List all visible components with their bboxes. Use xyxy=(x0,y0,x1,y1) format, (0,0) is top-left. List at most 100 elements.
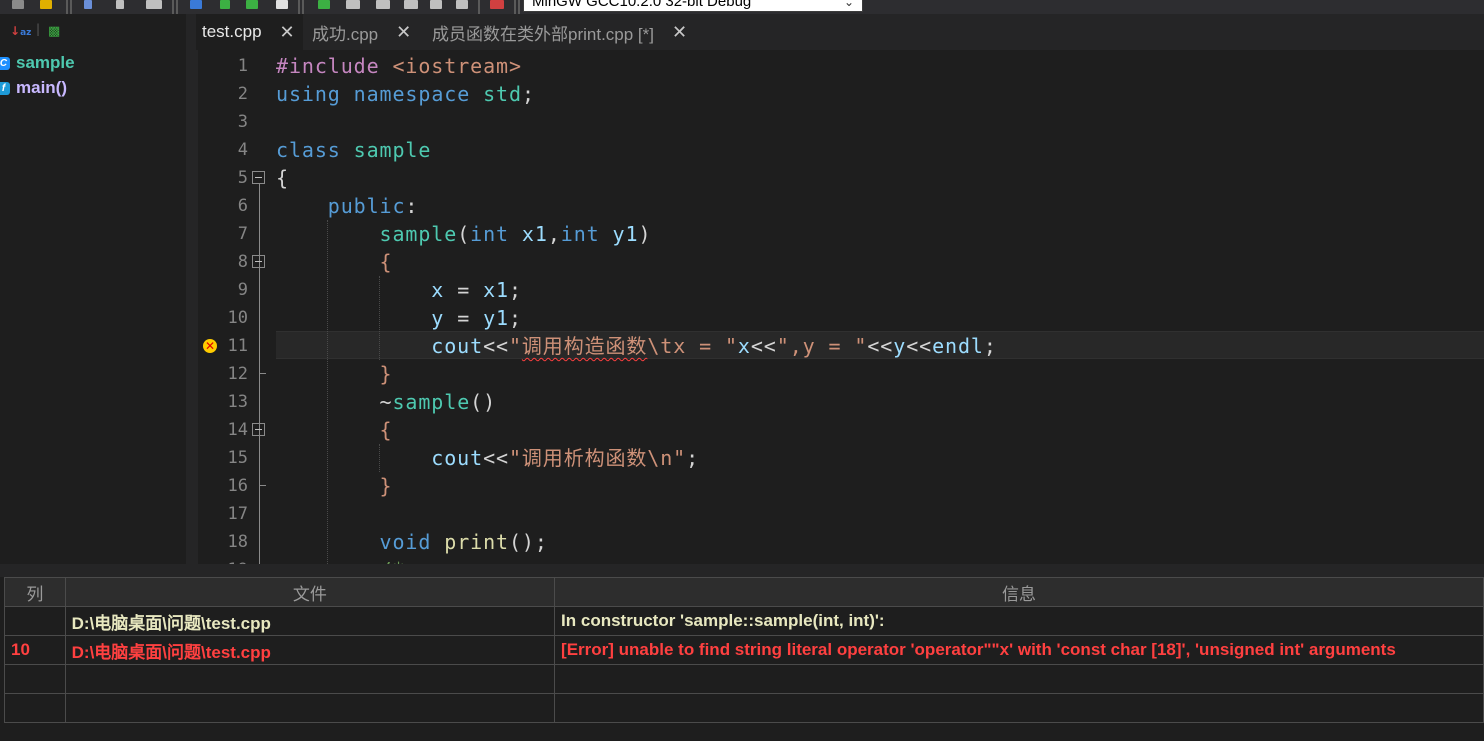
compiler-select-value: MinGW GCC10.2.0 32-bit Debug xyxy=(532,0,752,10)
indent-icon[interactable] xyxy=(146,0,162,9)
line-number: 6 xyxy=(237,196,248,216)
line-number: 17 xyxy=(227,504,248,524)
line-number: 10 xyxy=(227,308,248,328)
close-icon[interactable]: ✕ xyxy=(280,22,295,43)
toolbar-separator xyxy=(70,0,72,14)
table-header-row: 列 文件 信息 xyxy=(4,577,1484,607)
toolbar-separator xyxy=(298,0,300,14)
fold-collapse-icon[interactable] xyxy=(252,171,265,184)
code-text: sample(int x1,int y1) xyxy=(379,222,652,246)
line-number: 2 xyxy=(237,84,248,104)
code-line: 19 /* xyxy=(186,556,1484,564)
line-number: 18 xyxy=(227,532,248,552)
sort-type-icon[interactable]: ▩ xyxy=(48,24,60,39)
compiler-select[interactable]: MinGW GCC10.2.0 32-bit Debug ⌄ xyxy=(523,0,863,12)
code-editor[interactable]: 1 #include <iostream> 2 using namespace … xyxy=(186,50,1484,564)
tree-item-sample[interactable]: C sample xyxy=(0,52,75,74)
code-text: } xyxy=(379,474,393,498)
code-text: { xyxy=(379,250,393,274)
close-icon[interactable]: ✕ xyxy=(672,22,687,43)
cell-col xyxy=(4,664,66,694)
toolbar-separator xyxy=(176,0,178,14)
toolbar-separator xyxy=(518,0,520,14)
code-line: 18 void print(); xyxy=(186,528,1484,556)
editor-tab-bar: test.cpp ✕ 成功.cpp ✕ 成员函数在类外部print.cpp [*… xyxy=(186,14,1484,50)
toolbar-separator xyxy=(478,0,480,14)
line-number: 11 xyxy=(227,336,248,356)
line-number: 13 xyxy=(227,392,248,412)
column-header-info[interactable]: 信息 xyxy=(554,577,1484,607)
rebuild-icon[interactable] xyxy=(276,0,288,9)
code-line: 6 public: xyxy=(186,192,1484,220)
code-text: #include <iostream> xyxy=(276,54,522,78)
line-number: 1 xyxy=(237,56,248,76)
cell-col: 10 xyxy=(4,635,66,665)
panel-header-strip xyxy=(0,564,1484,577)
code-line: 14 { xyxy=(186,416,1484,444)
line-number: 9 xyxy=(237,280,248,300)
step-icon[interactable] xyxy=(346,0,360,9)
compiler-messages-table: 列 文件 信息 D:\电脑桌面\问题\test.cpp In construct… xyxy=(4,577,1484,723)
compile-run-icon[interactable] xyxy=(246,0,258,9)
code-text: class sample xyxy=(276,138,432,162)
code-text: { xyxy=(276,166,289,190)
table-row[interactable]: D:\电脑桌面\问题\test.cpp In constructor 'samp… xyxy=(4,606,1484,636)
class-browser-panel: ↓az | ▩ C sample f main() xyxy=(0,14,186,564)
step-into-icon[interactable] xyxy=(376,0,390,9)
code-line: 4 class sample xyxy=(186,136,1484,164)
toolbar-separator xyxy=(302,0,304,14)
code-line: 13 ~sample() xyxy=(186,388,1484,416)
redo-icon[interactable] xyxy=(116,0,124,9)
tab-label: 成员函数在类外部print.cpp [*] xyxy=(432,24,654,44)
compiler-messages-panel: 列 文件 信息 D:\电脑桌面\问题\test.cpp In construct… xyxy=(0,564,1484,741)
table-row[interactable] xyxy=(4,664,1484,694)
tab-label: 成功.cpp xyxy=(312,24,379,44)
save-icon[interactable] xyxy=(12,0,24,9)
profile-icon[interactable] xyxy=(490,0,504,9)
cell-col xyxy=(4,606,66,636)
chevron-down-icon: ⌄ xyxy=(843,0,854,9)
tab-test-cpp[interactable]: test.cpp ✕ xyxy=(196,14,303,50)
cell-file: D:\电脑桌面\问题\test.cpp xyxy=(64,635,556,665)
tab-member-print-cpp[interactable]: 成员函数在类外部print.cpp [*] ✕ xyxy=(432,14,687,50)
cell-file: D:\电脑桌面\问题\test.cpp xyxy=(64,606,556,636)
code-line: 8 { xyxy=(186,248,1484,276)
fold-collapse-icon[interactable] xyxy=(252,423,265,436)
code-text: } xyxy=(379,362,393,386)
code-line: 17 xyxy=(186,500,1484,528)
code-line: 7 sample(int x1,int y1) xyxy=(186,220,1484,248)
run-icon[interactable] xyxy=(220,0,230,9)
fold-end-marker xyxy=(259,485,266,486)
compile-icon[interactable] xyxy=(190,0,202,9)
stop-debug-icon[interactable] xyxy=(456,0,468,9)
separator: | xyxy=(36,22,41,36)
tree-item-main[interactable]: f main() xyxy=(0,77,67,99)
column-header-col[interactable]: 列 xyxy=(4,577,66,607)
class-browser-toolbar: ↓az | ▩ xyxy=(0,20,186,48)
line-number: 5 xyxy=(237,168,248,188)
code-text: cout<<"调用构造函数\tx = "x<<",y = "<<y<<endl; xyxy=(431,334,997,358)
step-out-icon[interactable] xyxy=(404,0,418,9)
code-line: 1 #include <iostream> xyxy=(186,52,1484,80)
code-text: cout<<"调用析构函数\n"; xyxy=(431,446,700,470)
table-row[interactable]: 10 D:\电脑桌面\问题\test.cpp [Error] unable to… xyxy=(4,635,1484,665)
sort-alpha-icon[interactable]: ↓az xyxy=(10,24,31,38)
main-toolbar: MinGW GCC10.2.0 32-bit Debug ⌄ xyxy=(0,0,1484,14)
tab-chenggong-cpp[interactable]: 成功.cpp ✕ xyxy=(312,14,411,50)
close-icon[interactable]: ✕ xyxy=(396,22,411,43)
fold-collapse-icon[interactable] xyxy=(252,255,265,268)
cell-info xyxy=(554,693,1484,723)
column-header-file[interactable]: 文件 xyxy=(64,577,556,607)
cell-info: In constructor 'sample::sample(int, int)… xyxy=(554,606,1484,636)
save-all-icon[interactable] xyxy=(40,0,52,9)
undo-icon[interactable] xyxy=(84,0,92,9)
code-text: public: xyxy=(327,194,419,218)
code-text: void print(); xyxy=(379,530,548,554)
code-text: /* xyxy=(276,556,405,564)
cell-info xyxy=(554,664,1484,694)
table-row[interactable] xyxy=(4,693,1484,723)
cell-col xyxy=(4,693,66,723)
code-line: 3 xyxy=(186,108,1484,136)
debug-icon[interactable] xyxy=(318,0,330,9)
continue-icon[interactable] xyxy=(430,0,442,9)
